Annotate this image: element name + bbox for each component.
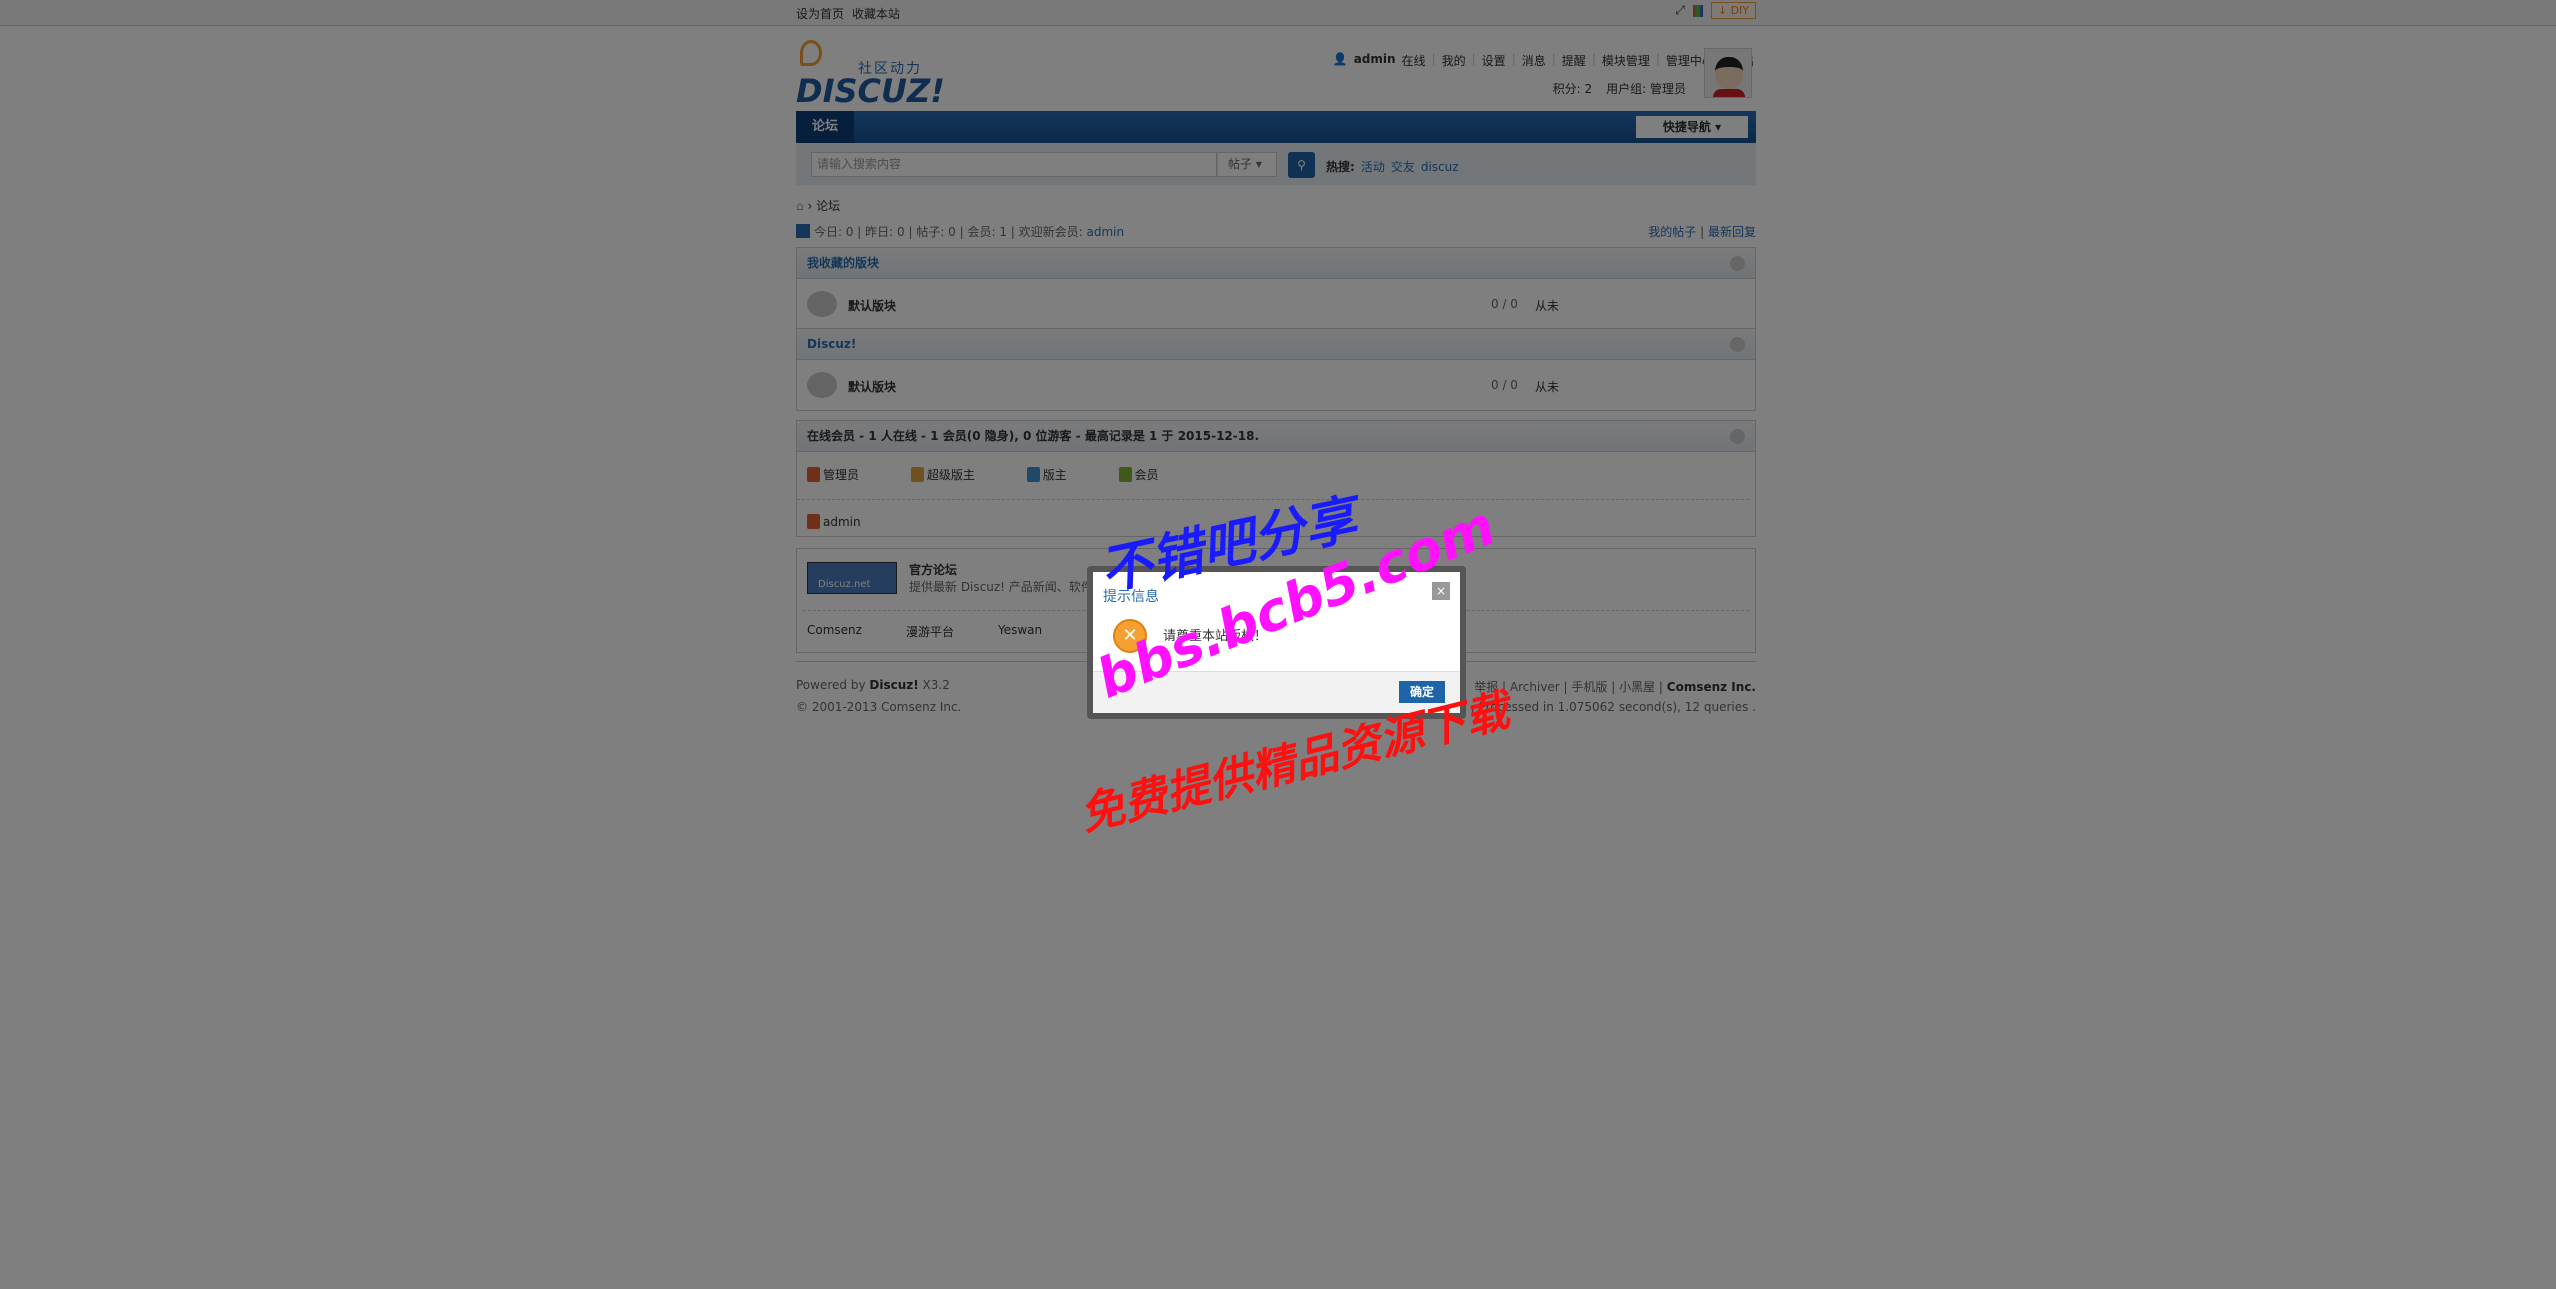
close-icon[interactable]: ×: [1432, 582, 1450, 600]
